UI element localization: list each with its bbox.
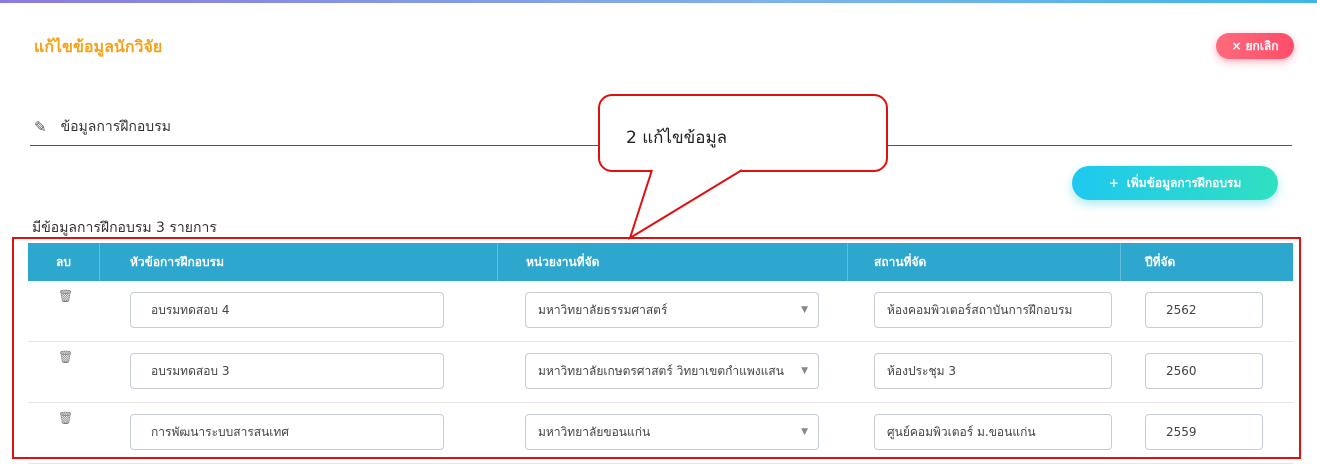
callout-tail	[628, 169, 743, 241]
